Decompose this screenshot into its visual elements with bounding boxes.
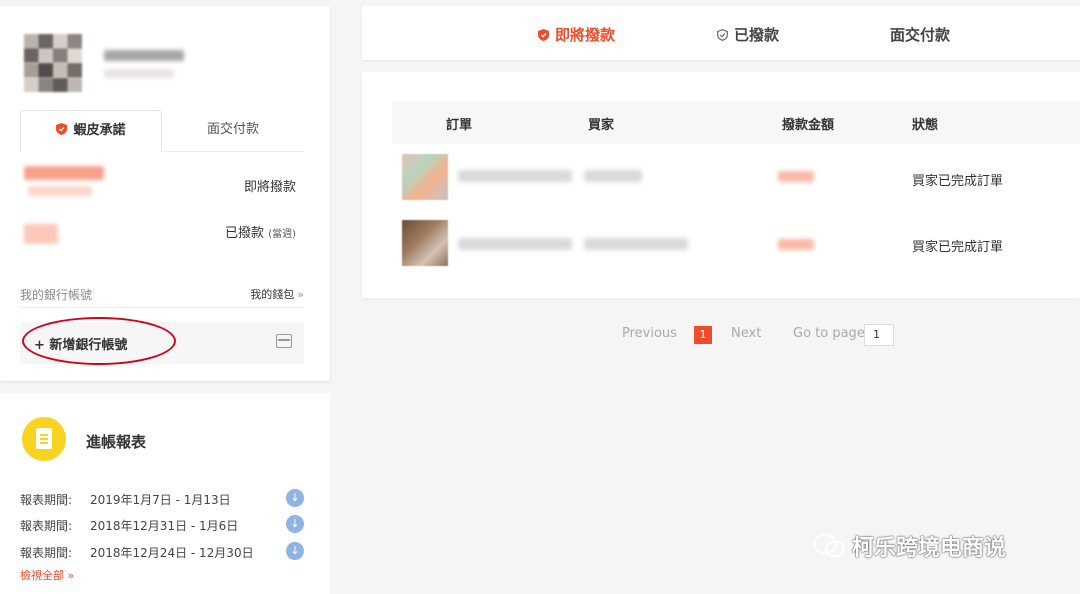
tab-paid[interactable]: 已撥款 (717, 24, 779, 45)
seller-subtitle-redacted (104, 69, 174, 78)
paid-payout-label: 已撥款 (當週) (225, 222, 296, 241)
watermark-text: 柯乐跨境电商说 (852, 536, 1007, 561)
download-icon[interactable]: ↓ (286, 542, 304, 560)
chevron-right-icon: » (297, 288, 304, 301)
add-bank-account-button[interactable]: + 新增銀行帳號 (20, 322, 304, 364)
orders-table: 訂單 買家 撥款金額 狀態 買家已完成訂單 買家已完成訂單 (362, 72, 1080, 298)
tab-shopee-guarantee[interactable]: 蝦皮承諾 (20, 110, 162, 152)
upcoming-amount-sub-redacted (28, 186, 92, 196)
avatar[interactable] (24, 34, 82, 92)
download-icon[interactable]: ↓ (286, 489, 304, 507)
pagination-current-page[interactable]: 1 (694, 326, 712, 344)
tab-label: 已撥款 (734, 26, 780, 44)
card-icon (276, 334, 292, 348)
product-thumbnail (402, 154, 448, 200)
my-wallet-text: 我的錢包 (250, 288, 295, 301)
seller-info-card: 蝦皮承諾 面交付款 即將撥款 已撥款 (當週) 我的銀行帳號 我的錢包» + 新… (0, 6, 330, 381)
column-header-status: 狀態 (912, 118, 939, 133)
table-header: 訂單 買家 撥款金額 狀態 (392, 102, 1080, 144)
column-header-order: 訂單 (446, 118, 473, 133)
shield-icon (717, 29, 728, 41)
amount-redacted (778, 239, 814, 250)
payout-tab-bar: 即將撥款 已撥款 面交付款 (362, 6, 1080, 60)
go-to-page-input[interactable]: 1 (864, 324, 894, 346)
order-id-redacted (458, 238, 572, 250)
watermark: 柯乐跨境电商说 (812, 530, 1006, 562)
upcoming-payout-label: 即將撥款 (243, 180, 296, 195)
tab-upcoming-payout[interactable]: 即將撥款 (538, 24, 615, 45)
report-document-icon (22, 417, 66, 461)
column-header-amount: 撥款金額 (782, 118, 835, 133)
paid-amount-redacted (24, 224, 58, 244)
order-id-redacted (458, 170, 572, 182)
my-bank-label: 我的銀行帳號 (20, 288, 93, 302)
buyer-redacted (584, 238, 688, 250)
upcoming-amount-redacted (24, 166, 104, 180)
table-row[interactable]: 買家已完成訂單 (392, 148, 1080, 208)
income-report-card: 進帳報表 報表期間: 2019年1月7日 - 1月13日 ↓ 報表期間: 201… (0, 393, 330, 594)
order-status: 買家已完成訂單 (912, 174, 1004, 189)
report-period-label: 報表期間: (20, 519, 73, 533)
tab-label: 即將撥款 (555, 26, 616, 44)
tab-label: 面交付款 (206, 122, 259, 137)
report-period-value: 2018年12月31日 - 1月6日 (90, 519, 239, 533)
report-row: 報表期間: 2018年12月31日 - 1月6日 ↓ (20, 515, 310, 535)
tab-label: 蝦皮承諾 (73, 123, 126, 138)
my-wallet-link[interactable]: 我的錢包» (250, 286, 304, 302)
shield-icon (56, 123, 68, 135)
table-row[interactable]: 買家已完成訂單 (392, 214, 1080, 274)
report-title: 進帳報表 (86, 433, 147, 451)
paid-label-note: (當週) (268, 229, 296, 240)
paid-label-text: 已撥款 (225, 226, 265, 241)
seller-name-redacted (104, 50, 184, 61)
column-header-buyer: 買家 (588, 118, 615, 133)
tab-face-to-face-payment[interactable]: 面交付款 (890, 24, 950, 45)
view-all-link[interactable]: 檢視全部 » (20, 567, 74, 583)
add-bank-label: + 新增銀行帳號 (34, 338, 128, 353)
order-status: 買家已完成訂單 (912, 240, 1004, 255)
buyer-redacted (584, 170, 642, 182)
left-tab-bar: 蝦皮承諾 面交付款 (20, 110, 304, 152)
shield-icon (538, 29, 549, 41)
report-period-value: 2019年1月7日 - 1月13日 (90, 493, 231, 507)
report-period-label: 報表期間: (20, 493, 73, 507)
report-period-value: 2018年12月24日 - 12月30日 (90, 546, 254, 560)
report-row: 報表期間: 2019年1月7日 - 1月13日 ↓ (20, 489, 310, 509)
tab-face-to-face[interactable]: 面交付款 (162, 110, 304, 152)
pagination-next[interactable]: Next (731, 326, 761, 341)
report-period-label: 報表期間: (20, 546, 73, 560)
product-thumbnail (402, 220, 448, 266)
report-row: 報表期間: 2018年12月24日 - 12月30日 ↓ (20, 542, 310, 562)
go-to-page-label: Go to page (793, 326, 865, 341)
wechat-logo-icon (813, 534, 845, 558)
pagination-previous[interactable]: Previous (622, 326, 677, 341)
bank-account-row: 我的銀行帳號 我的錢包» (20, 282, 304, 308)
download-icon[interactable]: ↓ (286, 515, 304, 533)
amount-redacted (778, 171, 814, 182)
